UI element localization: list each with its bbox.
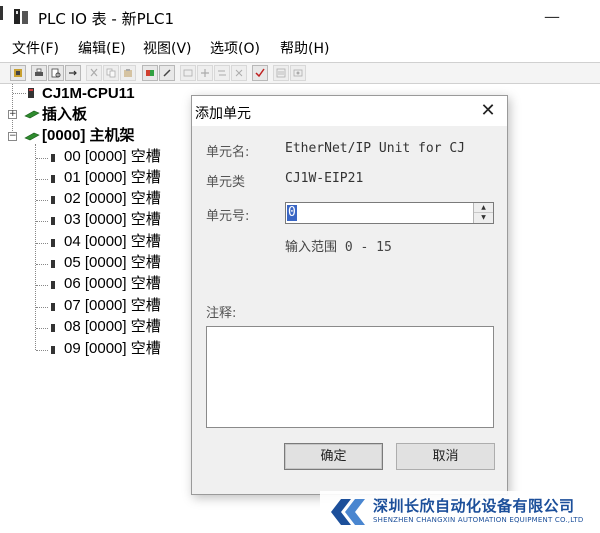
menu-view[interactable]: 视图(V) (143, 38, 192, 58)
paste-icon[interactable] (120, 65, 136, 81)
unit-number-spinner[interactable]: ▲ ▼ (473, 203, 493, 223)
rack-icon (24, 132, 40, 141)
company-logo (331, 499, 365, 525)
ok-button[interactable]: 确定 (284, 443, 383, 470)
tree-connector (36, 179, 48, 180)
menu-edit[interactable]: 编辑(E) (78, 38, 126, 58)
menu-file[interactable]: 文件(F) (12, 38, 59, 58)
tree-connector (13, 93, 26, 94)
unit-number-spinbox[interactable]: 0 ▲ ▼ (285, 202, 494, 224)
slot-icon (51, 154, 55, 162)
tree-connector (36, 243, 48, 244)
window-titlebar: PLC IO 表 - 新PLC1 — (0, 0, 600, 34)
company-name-cn: 深圳长欣自动化设备有限公司 (373, 497, 575, 515)
unit-number-value[interactable]: 0 (287, 205, 297, 221)
collapse-toggle[interactable]: − (8, 132, 17, 141)
spin-down-icon[interactable]: ▼ (474, 213, 493, 223)
copy-icon[interactable] (103, 65, 119, 81)
tree-connector (36, 328, 48, 329)
tree-connector (36, 285, 48, 286)
unit-number-range-hint: 输入范围 0 - 15 (285, 240, 392, 255)
cut-icon[interactable] (86, 65, 102, 81)
insert-unit-icon[interactable] (180, 65, 196, 81)
board-icon (24, 110, 40, 119)
unit-name-label: 单元名: (206, 145, 250, 160)
company-watermark: 深圳长欣自动化设备有限公司 SHENZHEN CHANGXIN AUTOMATI… (320, 491, 600, 533)
company-name-en: SHENZHEN CHANGXIN AUTOMATION EQUIPMENT C… (373, 516, 584, 524)
unit-name-value: EtherNet/IP Unit for CJ (285, 141, 466, 156)
plc-app-icon (14, 9, 28, 24)
print-icon[interactable] (31, 65, 47, 81)
cpu-icon (28, 88, 34, 98)
tree-connector (35, 144, 36, 350)
window-edge (0, 6, 3, 20)
spin-up-icon[interactable]: ▲ (474, 203, 493, 213)
compare-icon[interactable] (142, 65, 158, 81)
replace-unit-icon[interactable] (214, 65, 230, 81)
add-unit-icon[interactable] (197, 65, 213, 81)
window-title: PLC IO 表 - 新PLC1 (38, 10, 175, 28)
slot-icon (51, 303, 55, 311)
unit-info-icon[interactable] (290, 65, 306, 81)
tree-connector (36, 158, 48, 159)
unit-type-label: 单元类 (206, 175, 246, 190)
slot-icon (51, 217, 55, 225)
unit-type-value: CJ1W-EIP21 (285, 171, 364, 186)
tree-connector (36, 221, 48, 222)
slot-icon (51, 239, 55, 247)
edit-icon[interactable] (159, 65, 175, 81)
comment-textarea[interactable] (206, 326, 494, 428)
slot-icon (51, 346, 55, 354)
cancel-button[interactable]: 取消 (396, 443, 495, 470)
slot-icon (51, 175, 55, 183)
slot-icon (51, 281, 55, 289)
slot-icon (51, 260, 55, 268)
tree-connector (36, 350, 48, 351)
io-table-icon[interactable] (10, 65, 26, 81)
tree-connector (36, 264, 48, 265)
menu-options[interactable]: 选项(O) (210, 38, 260, 58)
settings-icon[interactable] (273, 65, 289, 81)
tree-connector (36, 200, 48, 201)
tree-connector (36, 307, 48, 308)
transfer-icon[interactable] (65, 65, 81, 81)
close-icon[interactable]: ✕ (475, 98, 501, 124)
comment-label: 注释: (206, 306, 237, 321)
menu-bar: 文件(F) 编辑(E) 视图(V) 选项(O) 帮助(H) (0, 34, 600, 60)
slot-icon (51, 324, 55, 332)
slot-icon (51, 196, 55, 204)
toolbar (0, 62, 600, 84)
menu-help[interactable]: 帮助(H) (280, 38, 329, 58)
expand-toggle[interactable]: + (8, 110, 17, 119)
dialog-title: 添加单元 (195, 106, 251, 122)
add-unit-dialog: 添加单元 ✕ 单元名: EtherNet/IP Unit for CJ 单元类 … (191, 95, 508, 495)
delete-unit-icon[interactable] (231, 65, 247, 81)
print-preview-icon[interactable] (48, 65, 64, 81)
verify-icon[interactable] (252, 65, 268, 81)
dialog-titlebar: 添加单元 ✕ (192, 96, 507, 126)
minimize-button[interactable]: — (529, 4, 575, 30)
unit-number-label: 单元号: (206, 209, 250, 224)
